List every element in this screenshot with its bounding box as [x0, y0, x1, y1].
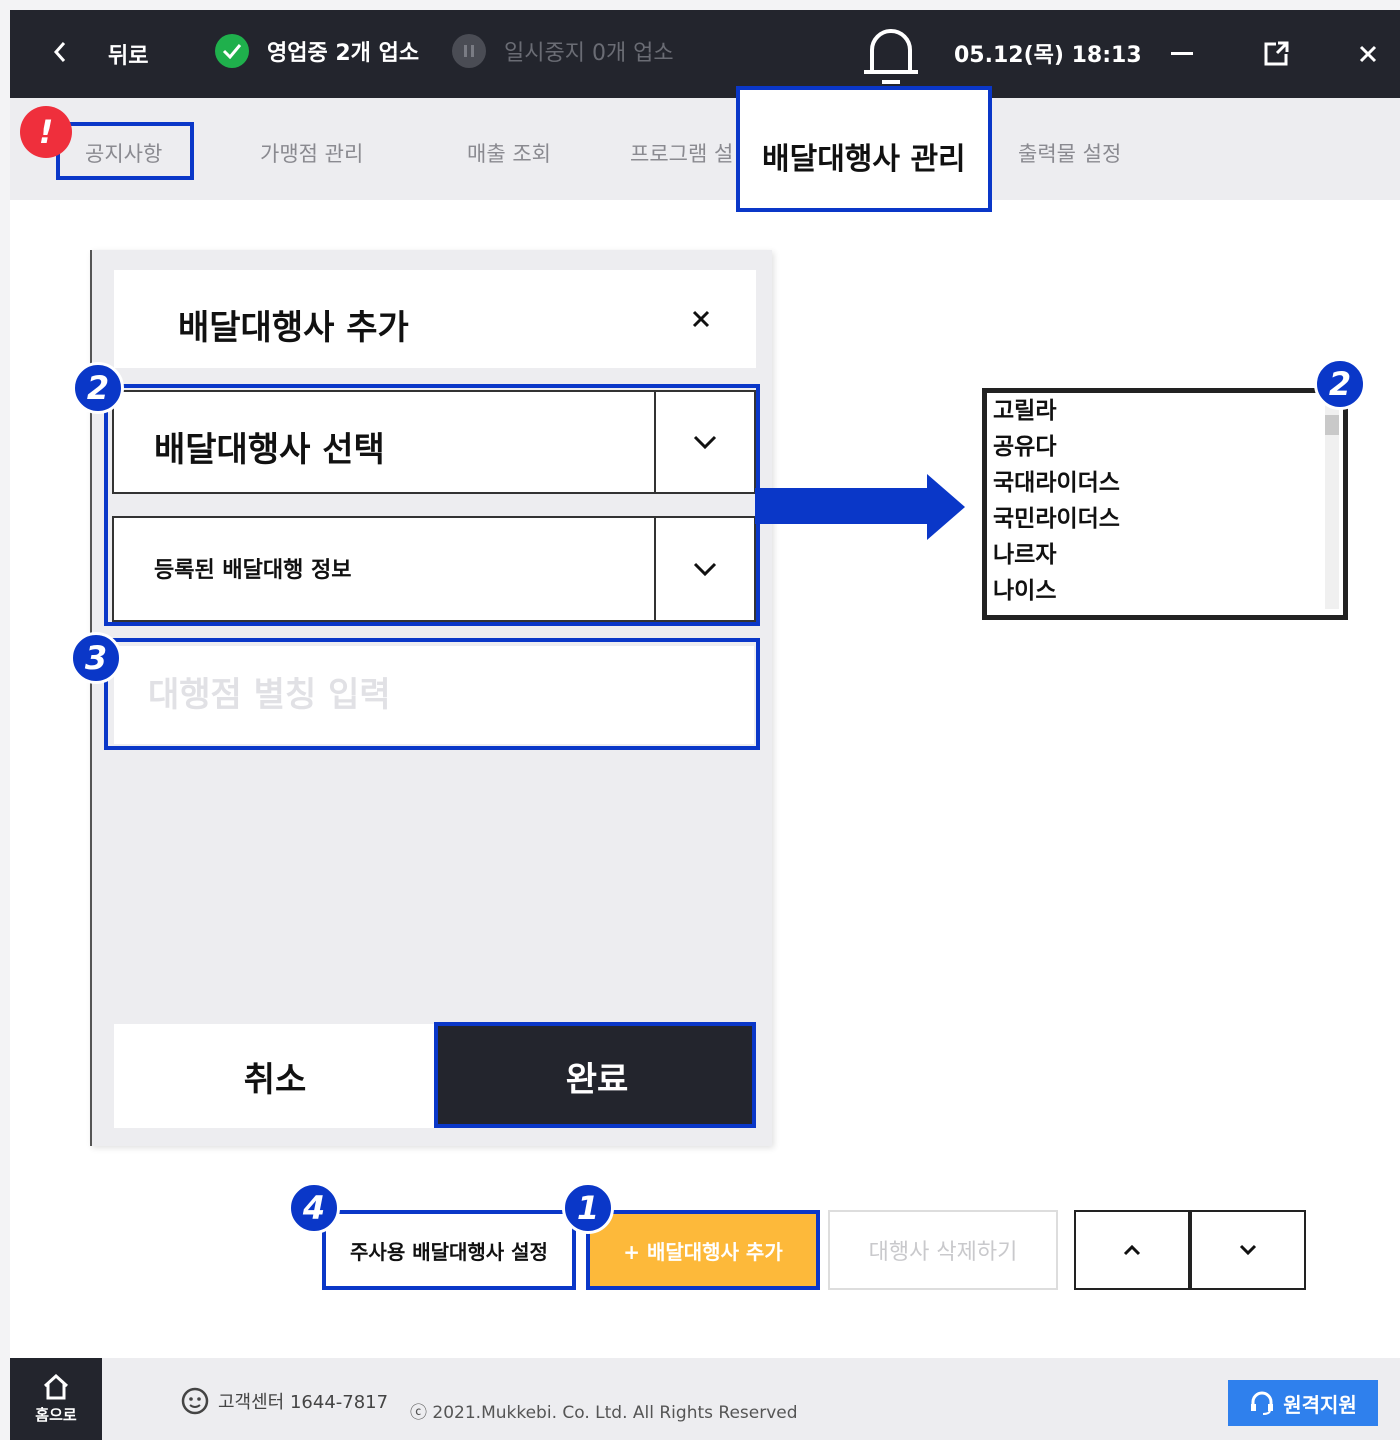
back-button[interactable]	[40, 32, 80, 72]
datetime: 05.12(목) 18:13	[954, 43, 1142, 68]
set-main-agency-button[interactable]: 주사용 배달대행사 설정	[322, 1210, 576, 1290]
panel-title: 배달대행사 추가	[178, 308, 409, 348]
chevron-up-icon	[1123, 1244, 1141, 1256]
done-button-highlight	[434, 1022, 756, 1128]
list-item[interactable]: 고릴라	[987, 393, 1343, 429]
pause-icon	[452, 34, 486, 68]
minimize-button[interactable]	[1160, 32, 1204, 76]
step-badge-2: 2	[72, 362, 124, 414]
list-item[interactable]: 나르자	[987, 537, 1343, 573]
customer-center: 고객센터 1644-7817	[180, 1386, 388, 1416]
tab-store-management[interactable]: 가맹점 관리	[260, 138, 363, 168]
support-face-icon	[181, 1387, 209, 1415]
step-badge-1: 1	[562, 1182, 614, 1234]
copyright: ⓒ 2021.Mukkebi. Co. Ltd. All Rights Rese…	[410, 1403, 798, 1423]
pause-status[interactable]: 일시중지 0개 업소	[452, 34, 674, 68]
tab-program-settings[interactable]: 프로그램 설	[630, 138, 733, 168]
step-badge-2-list: 2	[1314, 358, 1366, 410]
check-icon	[215, 34, 249, 68]
app-window: 뒤로 영업중 2개 업소 일시중지 0개 업소 05.12(목) 18:13 공…	[10, 10, 1400, 1440]
arrow-right-icon	[755, 474, 965, 540]
remote-support-label: 원격지원	[1283, 1392, 1357, 1417]
move-down-button[interactable]	[1190, 1210, 1306, 1290]
tab-sales[interactable]: 매출 조회	[467, 138, 551, 168]
tab-bar: 공지사항 가맹점 관리 매출 조회 프로그램 설 출력물 설정	[10, 98, 1400, 200]
home-icon	[43, 1373, 69, 1399]
tab-delivery-agency[interactable]: 배달대행사 관리	[762, 134, 966, 178]
close-window-button[interactable]	[1346, 32, 1390, 76]
close-icon[interactable]	[686, 304, 716, 334]
remote-support-button[interactable]: 원격지원	[1228, 1380, 1378, 1426]
list-item[interactable]: 국민라이더스	[987, 501, 1343, 537]
footer: 홈으로 고객센터 1644-7817 ⓒ 2021.Mukkebi. Co. L…	[10, 1358, 1400, 1440]
scrollbar-thumb[interactable]	[1325, 415, 1339, 435]
minimize-icon	[1171, 52, 1193, 55]
bell-icon[interactable]	[862, 20, 920, 86]
back-label[interactable]: 뒤로	[108, 38, 148, 70]
chevron-left-icon	[53, 42, 66, 62]
list-item[interactable]: 공유다	[987, 429, 1343, 465]
list-item[interactable]: 국대라이더스	[987, 465, 1343, 501]
list-scrollbar[interactable]	[1325, 399, 1339, 609]
tab-print-settings[interactable]: 출력물 설정	[1018, 138, 1121, 168]
move-up-button[interactable]	[1074, 1210, 1190, 1290]
select-group-highlight	[104, 384, 760, 626]
agency-dropdown-list[interactable]: 고릴라 공유다 국대라이더스 국민라이더스 나르자 나이스	[982, 388, 1348, 620]
alert-badge: !	[20, 106, 72, 158]
home-button[interactable]: 홈으로	[10, 1358, 102, 1440]
pause-status-label: 일시중지 0개 업소	[504, 41, 674, 66]
close-icon	[1359, 45, 1377, 63]
popout-button[interactable]	[1254, 32, 1298, 76]
home-label: 홈으로	[35, 1405, 77, 1424]
chevron-down-icon	[1239, 1244, 1257, 1256]
panel-header: 배달대행사 추가	[114, 270, 756, 368]
open-status-label: 영업중 2개 업소	[267, 41, 420, 66]
delete-agency-button[interactable]: 대행사 삭제하기	[828, 1210, 1058, 1290]
alias-input-highlight	[104, 638, 760, 750]
support-phone: 고객센터 1644-7817	[218, 1392, 389, 1413]
step-badge-4: 4	[288, 1182, 340, 1234]
step-badge-3: 3	[70, 632, 122, 684]
top-bar: 뒤로 영업중 2개 업소 일시중지 0개 업소 05.12(목) 18:13	[10, 10, 1400, 98]
headset-icon	[1251, 1391, 1274, 1415]
add-agency-button[interactable]: + 배달대행사 추가	[586, 1210, 820, 1290]
open-status[interactable]: 영업중 2개 업소	[215, 34, 419, 68]
list-item[interactable]: 나이스	[987, 573, 1343, 609]
popout-icon	[1264, 41, 1289, 66]
tab-notice-highlight	[56, 122, 194, 180]
cancel-button[interactable]: 취소	[114, 1024, 436, 1128]
